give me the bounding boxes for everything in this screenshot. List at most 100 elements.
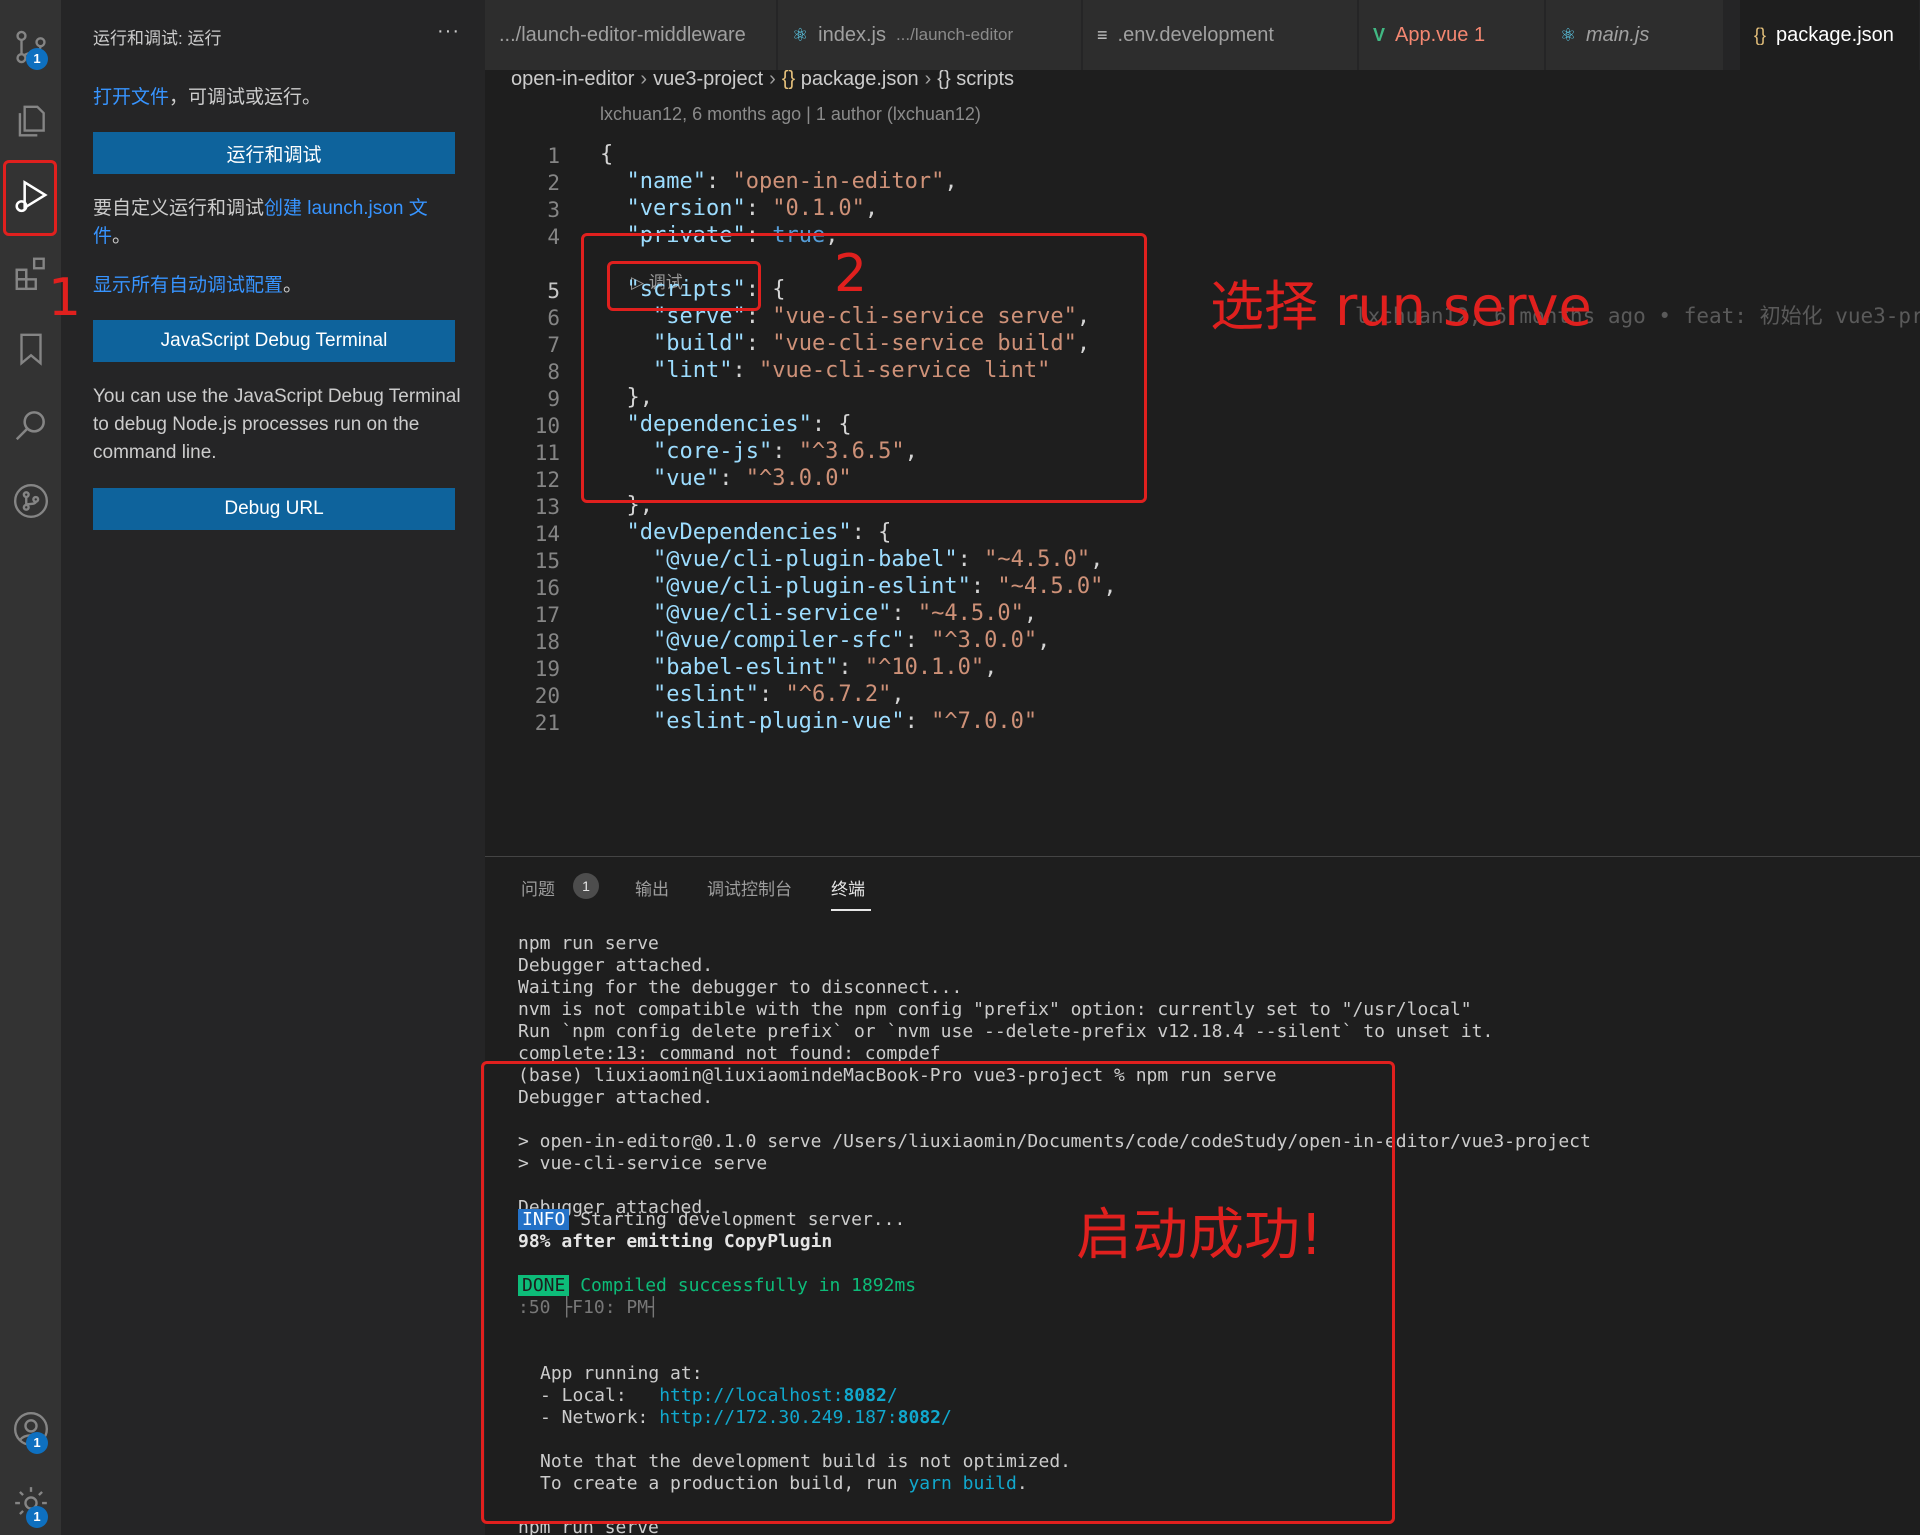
annotation-step-1: 1 [48, 268, 82, 328]
code-token: "eslint-plugin-vue" [600, 709, 905, 734]
code-token: "^6.7.2" [785, 682, 892, 707]
customize-text: 要自定义运行和调试创建 launch.json 文件。 [93, 195, 463, 251]
code-token: "~4.5.0" [984, 547, 1091, 572]
breadcrumb-item[interactable]: open-in-editor [511, 68, 634, 90]
code-token: : [904, 628, 932, 653]
code-token: : [904, 709, 932, 734]
tab-app-vue[interactable]: V App.vue 1 [1359, 0, 1545, 70]
customize-prefix: 要自定义运行和调试 [93, 198, 265, 219]
tab-output[interactable]: 输出 [635, 875, 669, 900]
breadcrumb: open-in-editor › vue3-project ›{} package.j… [511, 68, 1014, 96]
tab-desc: .../launch-editor [895, 25, 1014, 44]
react-file-icon: ⚛ [792, 24, 809, 45]
tab-env-development[interactable]: ≡ .env.development [1083, 0, 1358, 70]
line-number: 10 [534, 414, 560, 438]
code-token: , [944, 169, 958, 194]
code-token: , [1037, 628, 1051, 653]
annotation-box-debug-lens [607, 261, 761, 311]
code-line: "@vue/compiler-sfc": "^3.0.0", [600, 628, 1050, 653]
settings-gear-icon[interactable]: 1 [0, 1470, 61, 1535]
terminal-line: npm run serve [518, 933, 659, 954]
code-token: : [705, 169, 733, 194]
breadcrumb-item[interactable]: vue3-project [653, 68, 763, 90]
show-all-text: 显示所有自动调试配置。 [93, 272, 302, 300]
code-token: : [957, 547, 985, 572]
annotation-box-terminal [481, 1061, 1395, 1524]
code-token: : [970, 574, 998, 599]
tab-launch-editor-middleware[interactable]: .../launch-editor-middleware [485, 0, 777, 70]
line-number: 5 [547, 279, 560, 303]
annotation-success: 启动成功! [1076, 1203, 1323, 1268]
breadcrumb-item[interactable]: scripts [956, 68, 1014, 90]
code-token: "eslint" [600, 682, 759, 707]
tab-main-js[interactable]: ⚛ main.js [1546, 0, 1724, 70]
code-token: : { [851, 520, 892, 545]
code-token: , [1090, 547, 1104, 572]
chevron-right-icon: › [924, 68, 932, 90]
code-token: "~4.5.0" [917, 601, 1024, 626]
code-token: , [1103, 574, 1117, 599]
breadcrumb-item[interactable]: package.json [801, 68, 919, 90]
show-all-configs-link[interactable]: 显示所有自动调试配置 [93, 275, 283, 296]
annotation-step-2: 2 [834, 244, 868, 304]
terminal-line: Waiting for the debugger to disconnect..… [518, 977, 963, 998]
code-line: "@vue/cli-plugin-babel": "~4.5.0", [600, 547, 1103, 572]
git-blame-header[interactable]: lxchuan12, 6 months ago | 1 author (lxch… [600, 104, 981, 125]
react-file-icon: ⚛ [1560, 24, 1577, 45]
tab-label: package.json [1776, 23, 1894, 46]
tab-label: .env.development [1117, 23, 1274, 46]
search-icon[interactable] [0, 392, 61, 458]
code-token: "~4.5.0" [997, 574, 1104, 599]
tab-debug-console[interactable]: 调试控制台 [707, 875, 792, 900]
tab-terminal[interactable]: 终端 [831, 875, 865, 900]
env-file-icon: ≡ [1097, 24, 1108, 45]
js-debug-description: You can use the JavaScript Debug Termina… [93, 386, 461, 463]
more-actions-icon[interactable]: ··· [437, 20, 460, 43]
line-number: 9 [547, 387, 560, 411]
code-token: : [891, 601, 918, 626]
chevron-right-icon: › [640, 68, 648, 90]
terminal-line: nvm is not compatible with the npm confi… [518, 999, 1472, 1020]
line-number: 19 [534, 657, 560, 681]
code-line: "@vue/cli-plugin-eslint": "~4.5.0", [600, 574, 1117, 599]
line-number: 12 [534, 468, 560, 492]
code-token: "^10.1.0" [864, 655, 985, 680]
object-icon: {} [937, 68, 951, 90]
source-control-icon[interactable]: 1 [0, 14, 61, 80]
tab-index-js[interactable]: ⚛ index.js .../launch-editor [778, 0, 1082, 70]
code-token: "version" [600, 196, 746, 221]
line-number: 15 [534, 549, 560, 573]
code-line: "eslint": "^6.7.2", [600, 682, 905, 707]
js-debug-terminal-button[interactable]: JavaScript Debug Terminal [93, 320, 455, 362]
tab-problems[interactable]: 问题 [521, 875, 555, 900]
active-tab-indicator [831, 909, 871, 911]
chevron-right-icon: › [769, 68, 776, 90]
show-all-suffix: 。 [283, 275, 303, 296]
tab-label: main.js [1586, 23, 1650, 46]
code-line: "@vue/cli-service": "~4.5.0", [600, 601, 1037, 626]
git-graph-icon[interactable] [0, 468, 61, 534]
debug-url-button[interactable]: Debug URL [93, 488, 455, 530]
terminal-line: Debugger attached. [518, 955, 714, 976]
run-and-debug-button[interactable]: 运行和调试 [93, 132, 455, 174]
code-token: "@vue/cli-service" [600, 601, 892, 626]
problems-count-badge: 1 [573, 873, 599, 899]
line-number: 6 [547, 306, 560, 330]
sidebar-title: 运行和调试: 运行 [93, 29, 222, 48]
intro-rest: ，可调试或运行。 [169, 87, 322, 108]
code-line: "name": "open-in-editor", [600, 169, 958, 194]
account-icon[interactable]: 1 [0, 1396, 61, 1462]
settings-badge: 1 [26, 1506, 48, 1528]
code-token: "devDependencies" [600, 520, 852, 545]
line-number: 20 [534, 684, 560, 708]
code-line: "babel-eslint": "^10.1.0", [600, 655, 997, 680]
tab-package-json[interactable]: {} package.json [1740, 0, 1920, 70]
code-token: "^7.0.0" [931, 709, 1038, 734]
code-line: "version": "0.1.0", [600, 196, 878, 221]
explorer-icon[interactable] [0, 88, 61, 154]
open-file-link[interactable]: 打开文件 [93, 87, 169, 108]
line-number: 3 [547, 198, 560, 222]
line-number: 21 [534, 711, 560, 735]
code-token: , [984, 655, 998, 680]
code-token: , [891, 682, 905, 707]
